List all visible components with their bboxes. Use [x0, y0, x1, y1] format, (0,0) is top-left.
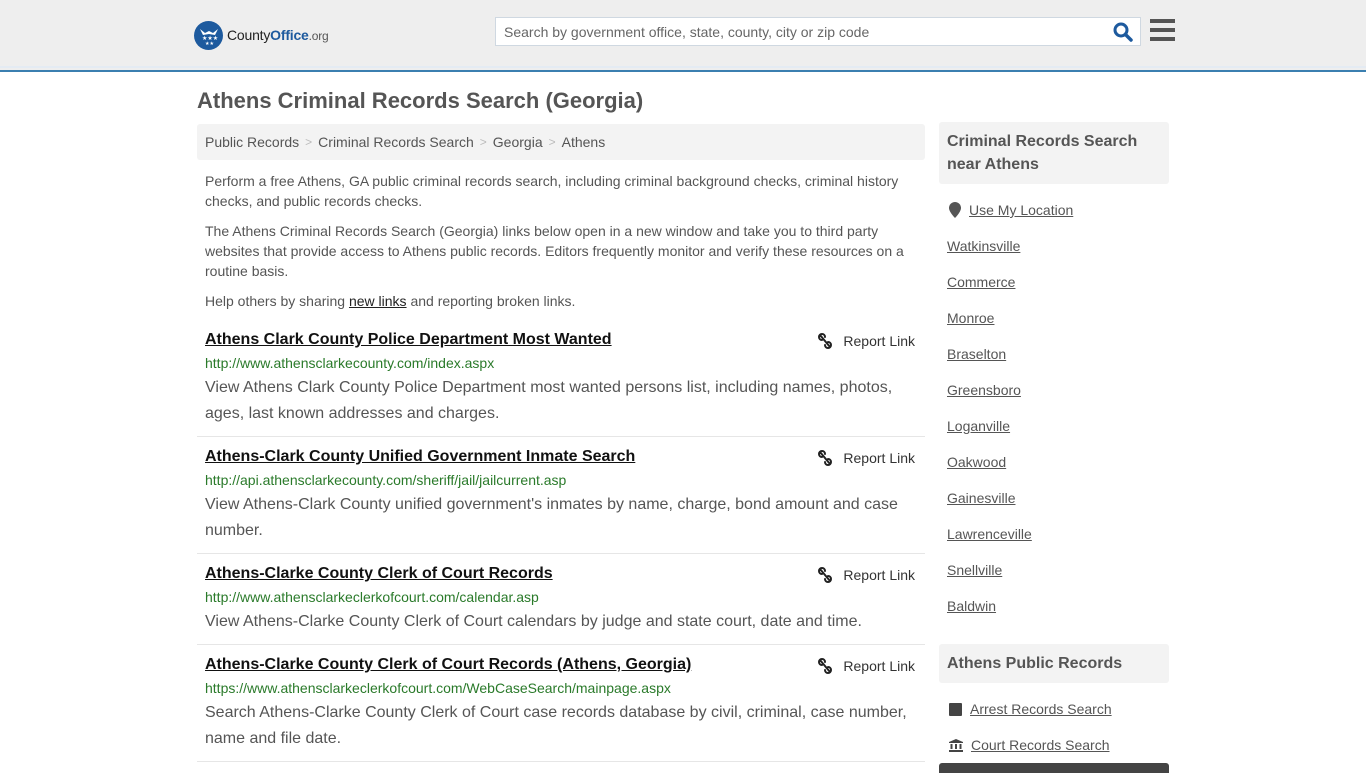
site-logo[interactable]: ★★★ ★★ CountyOffice.org — [194, 20, 329, 50]
sidebar-dark-panel — [939, 763, 1169, 773]
nearby-city-link[interactable]: Snellville — [947, 562, 1002, 578]
nearby-city-link[interactable]: Gainesville — [947, 490, 1015, 506]
breadcrumb-separator: > — [479, 135, 487, 149]
listing-url: http://api.athensclarkecounty.com/sherif… — [205, 472, 567, 488]
listing-url: http://www.athensclarkeclerkofcourt.com/… — [205, 589, 539, 605]
nearby-city-link[interactable]: Watkinsville — [947, 238, 1020, 254]
search-input[interactable] — [496, 18, 1106, 45]
broken-link-icon — [818, 333, 833, 349]
listing-title-link[interactable]: Athens-Clark County Unified Government I… — [205, 448, 635, 466]
listing-description: View Athens Clark County Police Departme… — [205, 379, 893, 422]
eagle-logo-icon: ★★★ ★★ — [194, 20, 223, 50]
listing-item: Athens-Clark County Unified Government I… — [197, 448, 925, 554]
nearby-city-link[interactable]: Lawrenceville — [947, 526, 1032, 542]
nearby-city-link[interactable]: Commerce — [947, 274, 1015, 290]
map-marker-icon — [949, 202, 961, 218]
listing-description: Search Athens-Clarke County Clerk of Cou… — [205, 704, 907, 747]
listing-url: http://www.athensclarkecounty.com/index.… — [205, 355, 495, 371]
breadcrumb-separator: > — [305, 135, 313, 149]
use-my-location-link[interactable]: Use My Location — [949, 202, 1073, 218]
new-links-link[interactable]: new links — [349, 293, 407, 309]
report-link-button[interactable]: Report Link — [817, 450, 915, 466]
page-title: Athens Criminal Records Search (Georgia) — [197, 88, 644, 113]
search-button[interactable] — [1112, 21, 1134, 43]
broken-link-icon — [818, 567, 833, 583]
breadcrumb-separator: > — [548, 135, 556, 149]
listing-title-link[interactable]: Athens Clark County Police Department Mo… — [205, 331, 612, 349]
hamburger-menu-icon[interactable] — [1150, 19, 1175, 41]
nearby-heading: Criminal Records Search near Athens — [939, 122, 1169, 184]
broken-link-icon — [818, 658, 833, 674]
nearby-city-link[interactable]: Oakwood — [947, 454, 1006, 470]
listing-item: Athens Clark County Police Department Mo… — [197, 331, 925, 437]
listing-title-link[interactable]: Athens-Clarke County Clerk of Court Reco… — [205, 656, 691, 674]
listing-url: https://www.athensclarkeclerkofcourt.com… — [205, 680, 671, 696]
nearby-city-link[interactable]: Baldwin — [947, 598, 996, 614]
breadcrumb-georgia[interactable]: Georgia — [493, 134, 543, 150]
listing-item: Athens-Clarke County Clerk of Court Reco… — [197, 565, 925, 645]
logo-text: CountyOffice.org — [227, 27, 329, 43]
search-icon — [1113, 22, 1133, 42]
square-icon — [949, 702, 962, 716]
header-divider — [0, 66, 1366, 68]
nearby-city-link[interactable]: Loganville — [947, 418, 1010, 434]
listing-title-link[interactable]: Athens-Clarke County Clerk of Court Reco… — [205, 565, 553, 583]
intro-text: Perform a free Athens, GA public crimina… — [205, 171, 917, 321]
court-records-search-link[interactable]: Court Records Search — [949, 737, 1110, 753]
intro-paragraph-3: Help others by sharing new links and rep… — [205, 293, 576, 309]
broken-link-icon — [818, 450, 833, 466]
breadcrumb-public-records[interactable]: Public Records — [205, 134, 299, 150]
nearby-city-link[interactable]: Braselton — [947, 346, 1006, 362]
nearby-city-link[interactable]: Monroe — [947, 310, 994, 326]
listing-description: View Athens-Clarke County Clerk of Court… — [205, 613, 862, 630]
svg-text:★★: ★★ — [205, 41, 214, 46]
intro-paragraph-2: The Athens Criminal Records Search (Geor… — [205, 223, 904, 279]
arrest-records-search-link[interactable]: Arrest Records Search — [949, 701, 1112, 717]
breadcrumb-athens[interactable]: Athens — [562, 134, 606, 150]
courthouse-icon — [949, 738, 963, 752]
public-records-heading: Athens Public Records — [939, 644, 1169, 683]
site-header: ★★★ ★★ CountyOffice.org — [0, 0, 1366, 72]
breadcrumb: Public Records > Criminal Records Search… — [197, 124, 925, 160]
nearby-city-link[interactable]: Greensboro — [947, 382, 1021, 398]
search-box — [495, 17, 1141, 46]
intro-paragraph-1: Perform a free Athens, GA public crimina… — [205, 173, 899, 209]
listing-description: View Athens-Clark County unified governm… — [205, 496, 898, 539]
report-link-button[interactable]: Report Link — [817, 567, 915, 583]
report-link-button[interactable]: Report Link — [817, 333, 915, 349]
breadcrumb-criminal-records-search[interactable]: Criminal Records Search — [318, 134, 474, 150]
listing-item: Athens-Clarke County Clerk of Court Reco… — [197, 656, 925, 762]
report-link-button[interactable]: Report Link — [817, 658, 915, 674]
